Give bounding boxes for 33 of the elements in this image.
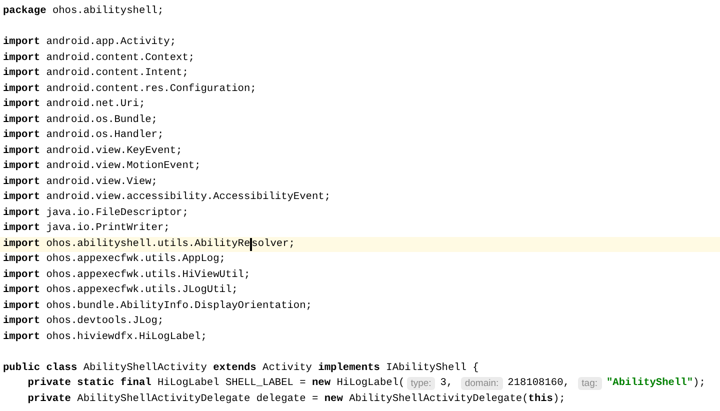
code-text: import ohos.appexecfwk.utils.AppLog; [3,252,226,267]
code-text: import android.view.View; [3,174,158,190]
code-text: package ohos.abilityshell; [3,4,164,19]
code-text: import android.os.Bundle; [3,112,158,128]
parameter-hint: domain: [460,377,503,390]
code-text: private static final HiLogLabel SHELL_LABEL = new HiLogLabel( [26,376,405,391]
text-cursor [250,238,252,251]
code-text: import java.io.PrintWriter; [3,221,170,236]
code-text: import android.content.Context; [3,50,195,66]
parameter-hint: type: [406,377,436,390]
code-text: import android.view.accessibility.AccessibilityEvent; [3,190,330,205]
code-text: import android.content.Intent; [3,66,188,81]
code-text: ); [693,376,706,391]
code-text: import ohos.appexecfwk.utils.HiViewUtil; [3,268,250,282]
code-text: import java.io.FileDescriptor; [3,206,188,220]
code-text: import android.net.Uri; [3,97,146,112]
code-text: import ohos.abilityshell.utils.AbilityRe [3,236,250,252]
code-text: import ohos.appexecfwk.utils.JLogUtil; [3,283,238,298]
code-text: import ohos.bundle.AbilityInfo.DisplayOrientation; [3,298,312,314]
code-text: 218108160, [508,376,570,391]
code-text: import ohos.hiviewdfx.HiLogLabel; [3,330,207,344]
code-text: public class AbilityShellActivity extends Activity implements IAbilityShell { [3,360,479,376]
parameter-hint: tag: [578,377,602,390]
code-text: import android.os.Handler; [3,128,164,143]
string-literal: "AbilityShell" [606,376,694,391]
code-text: import android.app.Activity; [3,35,176,50]
code-text: 3, [440,376,454,391]
code-text: import android.view.MotionEvent; [3,159,201,174]
code-text: solver; [252,236,295,252]
code-text: import android.content.res.Configuration; [3,82,256,96]
code-text: import ohos.devtools.JLog; [3,314,164,329]
code-text: private AbilityShellActivityDelegate delegate = new AbilityShellActivityDelegate(this); [26,392,566,406]
code-text: import android.view.KeyEvent; [3,144,182,158]
